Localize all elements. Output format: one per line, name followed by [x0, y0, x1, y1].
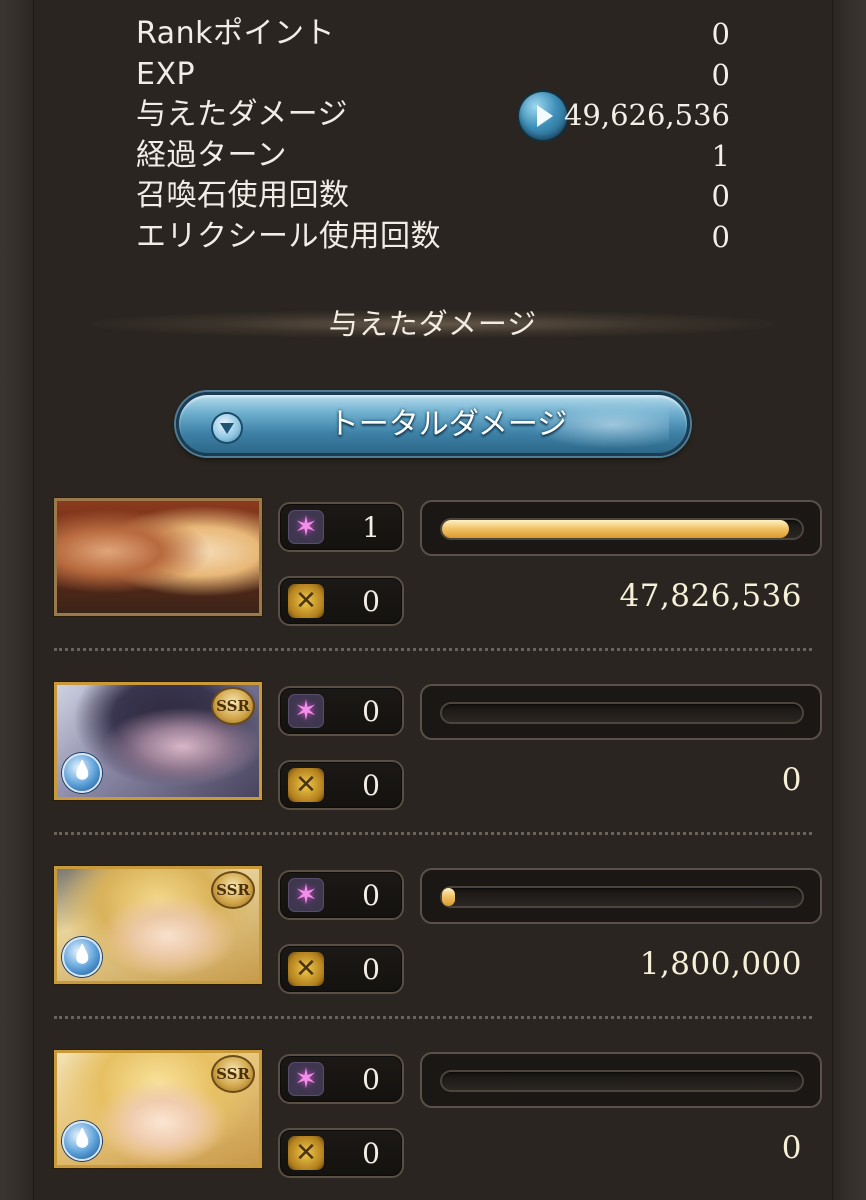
- damage-bar: [420, 684, 822, 740]
- ougi-sparkle-icon: [288, 510, 324, 544]
- damage-bar: [420, 868, 822, 924]
- section-title: 与えたダメージ: [328, 307, 538, 341]
- stat-value: 0: [711, 179, 730, 213]
- left-border: [0, 0, 34, 1200]
- damage-bar-track: [440, 1070, 804, 1092]
- chain-burst-icon: [288, 584, 324, 618]
- ssr-badge: SSR: [211, 1055, 255, 1093]
- stat-label: 与えたダメージ: [136, 97, 348, 132]
- chain-burst-icon: [288, 1136, 324, 1170]
- dropdown-label: トータルダメージ: [328, 407, 568, 442]
- damage-value: 1,800,000: [639, 946, 802, 982]
- stat-label: 召喚石使用回数: [136, 178, 350, 213]
- portrait-art: [57, 501, 259, 613]
- stat-value: 0: [711, 17, 730, 51]
- party-member-row: 1 0 47,826,536: [54, 498, 824, 628]
- ssr-badge: SSR: [211, 687, 255, 725]
- ougi-sparkle-icon: [288, 1062, 324, 1096]
- play-icon[interactable]: [519, 92, 567, 140]
- ougi-count-box: 0: [278, 686, 404, 736]
- ougi-count-box: 0: [278, 1054, 404, 1104]
- ougi-count-box: 0: [278, 870, 404, 920]
- damage-bar-fill: [442, 888, 455, 906]
- damage-value: 47,826,536: [619, 578, 802, 614]
- stat-exp: EXP 0: [136, 55, 732, 96]
- ougi-sparkle-icon: [288, 878, 324, 912]
- chain-count-box: 0: [278, 760, 404, 810]
- party-member-row: SSR 0 0 1,800,000: [54, 866, 824, 996]
- stat-label: 経過ターン: [136, 137, 287, 173]
- party-member-row: SSR 0 0 0: [54, 682, 824, 812]
- chain-count-box: 0: [278, 576, 404, 626]
- party-member-row: SSR 0 0 0: [54, 1050, 824, 1180]
- damage-bar: [420, 1052, 822, 1108]
- stat-label: エリクシール使用回数: [136, 218, 441, 254]
- chain-count: 0: [362, 953, 380, 986]
- row-divider: [54, 1016, 812, 1019]
- row-divider: [54, 648, 812, 651]
- ougi-count-box: 1: [278, 502, 404, 552]
- ougi-count: 1: [362, 511, 380, 544]
- chain-count-box: 0: [278, 944, 404, 994]
- damage-type-dropdown[interactable]: トータルダメージ: [176, 392, 690, 456]
- damage-value: 0: [781, 1130, 802, 1166]
- row-divider: [54, 832, 812, 835]
- ougi-sparkle-icon: [288, 694, 324, 728]
- damage-bar-track: [440, 702, 804, 724]
- chain-burst-icon: [288, 768, 324, 802]
- chain-count-box: 0: [278, 1128, 404, 1178]
- stat-elixir-uses: エリクシール使用回数 0: [136, 217, 732, 258]
- damage-section-header: 与えたダメージ: [90, 300, 776, 350]
- character-portrait[interactable]: [54, 498, 262, 616]
- water-element-icon: [62, 1121, 102, 1161]
- stat-value: 0: [711, 219, 730, 254]
- stat-summon-uses: 召喚石使用回数 0: [136, 176, 732, 217]
- ougi-count: 0: [362, 879, 380, 912]
- stat-turns-elapsed: 経過ターン 1: [136, 136, 732, 177]
- chain-count: 0: [362, 769, 380, 802]
- damage-bar: [420, 500, 822, 556]
- water-element-icon: [62, 937, 102, 977]
- stat-value: 1: [711, 138, 730, 173]
- right-border: [832, 0, 866, 1200]
- ssr-badge: SSR: [211, 871, 255, 909]
- chain-count: 0: [362, 585, 380, 618]
- damage-bar-track: [440, 518, 804, 540]
- damage-value: 0: [781, 762, 802, 798]
- ougi-count: 0: [362, 695, 380, 728]
- stat-value: 49,626,536: [563, 98, 730, 132]
- stat-label: Rankポイント: [136, 16, 335, 51]
- damage-bar-track: [440, 886, 804, 908]
- result-stats: Rankポイント 0 EXP 0 与えたダメージ 49,626,536 経過ター…: [136, 14, 732, 257]
- chevron-down-icon: [213, 414, 241, 442]
- character-portrait[interactable]: SSR: [54, 682, 262, 800]
- character-portrait[interactable]: SSR: [54, 1050, 262, 1168]
- ougi-count: 0: [362, 1063, 380, 1096]
- stat-rank-points: Rankポイント 0: [136, 14, 732, 55]
- chain-burst-icon: [288, 952, 324, 986]
- character-portrait[interactable]: SSR: [54, 866, 262, 984]
- stat-label: EXP: [136, 56, 196, 92]
- chain-count: 0: [362, 1137, 380, 1170]
- water-element-icon: [62, 753, 102, 793]
- stat-damage-dealt: 与えたダメージ 49,626,536: [136, 92, 732, 140]
- stat-value: 0: [711, 57, 730, 92]
- damage-bar-fill: [442, 520, 789, 538]
